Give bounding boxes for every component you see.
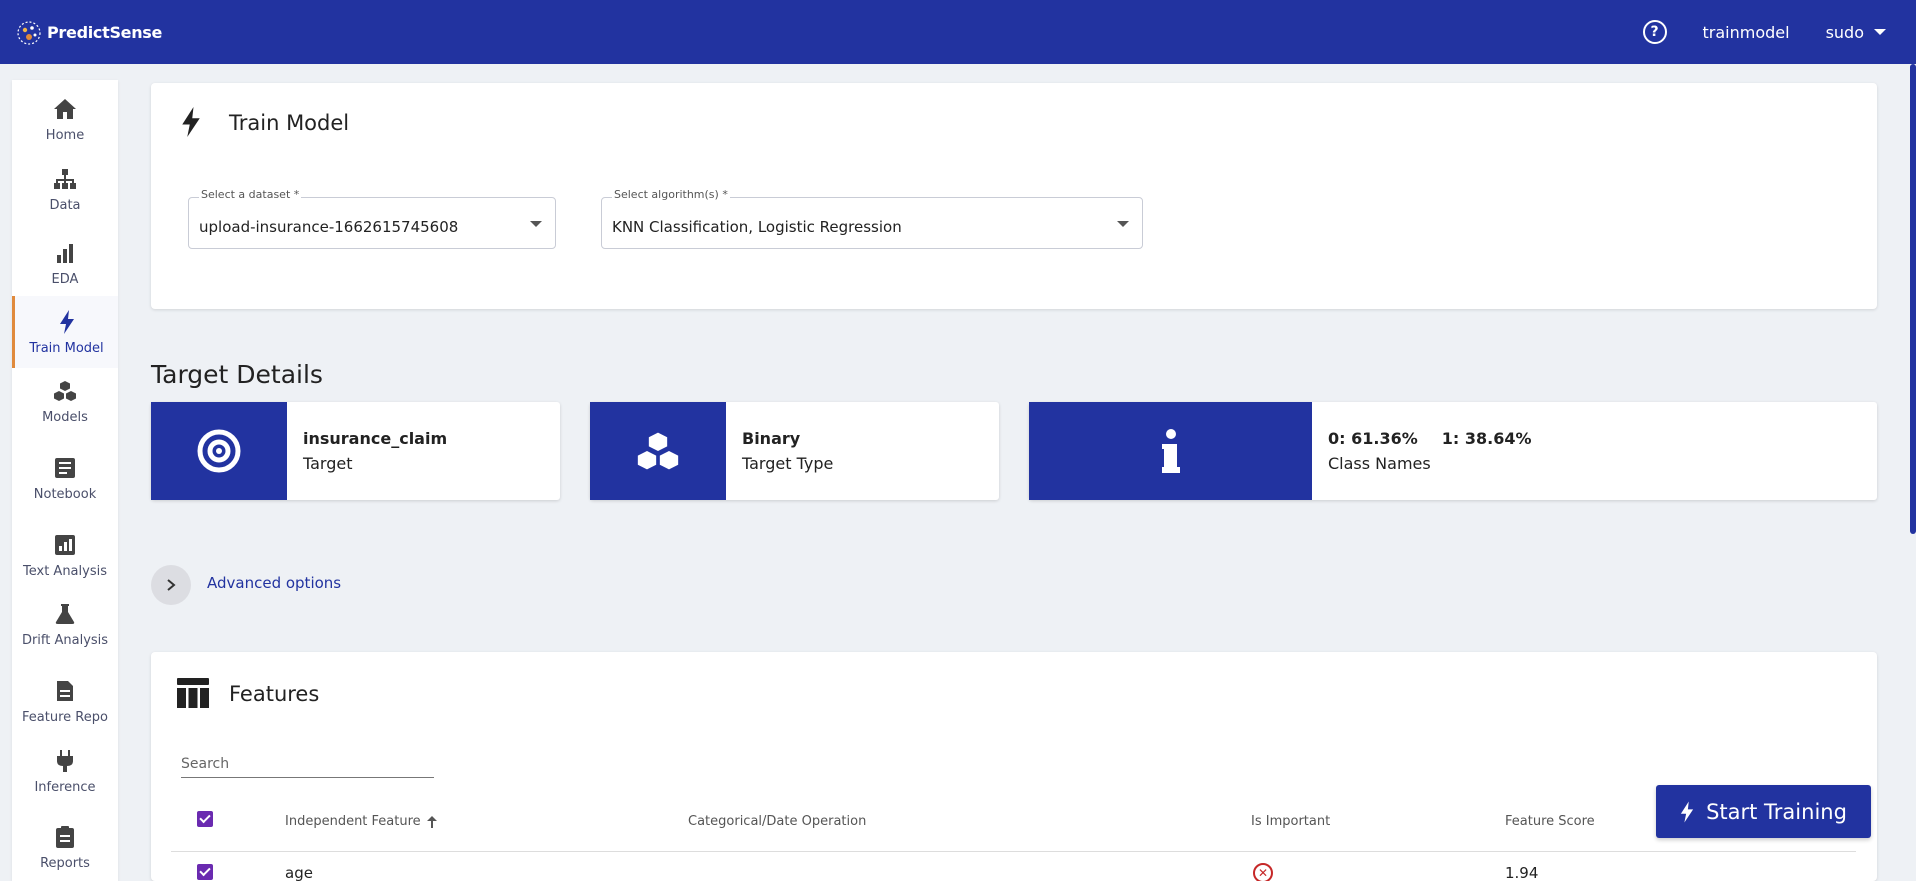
target-card: insurance_claim Target xyxy=(151,402,560,500)
bolt-icon xyxy=(1680,801,1694,822)
table-icon xyxy=(177,678,209,708)
sidebar-item-label: Models xyxy=(42,409,88,425)
column-header-label: Independent Feature xyxy=(285,814,421,829)
class-names-card: 0: 61.36% 1: 38.64% Class Names xyxy=(1029,402,1877,500)
target-details-heading: Target Details xyxy=(151,360,323,389)
class-names-label: Class Names xyxy=(1328,454,1431,473)
chevron-down-icon xyxy=(1117,221,1129,227)
algorithm-select[interactable]: Select algorithm(s) * KNN Classification… xyxy=(601,188,1143,249)
target-type-label: Target Type xyxy=(742,454,834,473)
user-menu[interactable]: sudo xyxy=(1826,23,1886,42)
train-model-panel: Train Model Select a dataset * upload-in… xyxy=(151,83,1877,309)
sidebar-item-reports[interactable]: Reports xyxy=(12,811,118,881)
row-checkbox[interactable] xyxy=(197,864,213,880)
page-link-trainmodel[interactable]: trainmodel xyxy=(1703,23,1790,42)
plug-icon xyxy=(52,748,78,774)
start-training-button[interactable]: Start Training xyxy=(1656,785,1871,838)
sidebar-item-feature-repo[interactable]: Feature Repo xyxy=(12,665,118,737)
arrow-up-icon xyxy=(426,815,437,828)
top-app-bar: PredictSense ? trainmodel sudo xyxy=(0,0,1916,64)
document-icon xyxy=(52,678,78,704)
class-0-ratio: 0: 61.36% xyxy=(1328,429,1418,448)
table-divider xyxy=(171,851,1856,852)
help-circle-icon[interactable]: ? xyxy=(1642,20,1667,44)
sidebar-item-label: Text Analysis xyxy=(23,563,107,579)
sidebar-item-models[interactable]: Models xyxy=(12,365,118,437)
dataset-select-value: upload-insurance-1662615745608 xyxy=(199,218,459,236)
sidebar-item-label: Notebook xyxy=(33,486,97,502)
advanced-options-toggle[interactable] xyxy=(151,565,191,605)
bolt-icon xyxy=(182,107,200,137)
bolt-icon xyxy=(54,309,80,335)
target-type-card: Binary Target Type xyxy=(590,402,999,500)
chevron-right-icon xyxy=(167,579,176,591)
algorithm-select-label: Select algorithm(s) * xyxy=(612,188,730,201)
chevron-down-icon xyxy=(530,221,542,227)
column-header-feature-score: Feature Score xyxy=(1505,814,1595,829)
features-search-input[interactable]: Search xyxy=(181,752,434,778)
features-panel: Features Search Independent Feature Cate… xyxy=(151,652,1877,881)
sidebar-item-data[interactable]: Data xyxy=(12,153,118,225)
page-title: Train Model xyxy=(229,111,350,135)
cubes-icon xyxy=(52,378,78,404)
chart-square-icon xyxy=(52,532,78,558)
column-header-operation: Categorical/Date Operation xyxy=(688,814,867,829)
sidebar-item-label: Drift Analysis xyxy=(21,632,109,648)
sidebar-item-label: Train Model xyxy=(29,340,104,356)
sidebar-item-inference[interactable]: Inference xyxy=(12,735,118,807)
target-icon xyxy=(151,402,287,500)
algorithm-select-value: KNN Classification, Logistic Regression xyxy=(612,218,902,236)
sidebar-item-label: Feature Repo xyxy=(22,709,108,725)
column-header-independent-feature[interactable]: Independent Feature xyxy=(285,814,437,829)
sidebar-nav: Home Data EDA Train Model Models Noteboo… xyxy=(12,80,118,881)
home-icon xyxy=(52,96,78,122)
sidebar-item-label: Home xyxy=(45,127,85,143)
sidebar-item-label: Reports xyxy=(40,855,90,871)
sidebar-item-home[interactable]: Home xyxy=(12,83,118,155)
logo-icon xyxy=(17,21,41,45)
user-name: sudo xyxy=(1825,22,1864,42)
column-header-is-important: Is Important xyxy=(1251,814,1331,829)
sidebar-item-label: Inference xyxy=(34,779,96,795)
flask-icon xyxy=(52,601,78,627)
sidebar-item-label: EDA xyxy=(51,271,79,287)
app-logo[interactable]: PredictSense xyxy=(15,18,162,46)
page-scrollbar[interactable] xyxy=(1910,64,1916,534)
target-value: insurance_claim xyxy=(303,429,448,448)
select-all-checkbox[interactable] xyxy=(197,811,213,827)
not-important-icon: ✕ xyxy=(1253,863,1273,881)
target-label: Target xyxy=(303,454,353,473)
info-icon xyxy=(1029,402,1312,500)
sidebar-item-notebook[interactable]: Notebook xyxy=(12,442,118,514)
dataset-select-label: Select a dataset * xyxy=(199,188,302,201)
app-name: PredictSense xyxy=(47,22,163,42)
bar-chart-icon xyxy=(52,240,78,266)
clipboard-icon xyxy=(52,824,78,850)
sidebar-item-train-model[interactable]: Train Model xyxy=(12,296,118,368)
sitemap-icon xyxy=(52,166,78,192)
target-type-value: Binary xyxy=(742,429,801,448)
class-1-ratio: 1: 38.64% xyxy=(1441,429,1532,448)
advanced-options-link[interactable]: Advanced options xyxy=(207,574,341,592)
cubes-icon xyxy=(590,402,726,500)
features-heading: Features xyxy=(229,682,320,706)
start-training-label: Start Training xyxy=(1706,799,1847,824)
sidebar-item-drift-analysis[interactable]: Drift Analysis xyxy=(12,588,118,660)
sidebar-item-eda[interactable]: EDA xyxy=(12,227,118,299)
sidebar-item-label: Data xyxy=(49,197,81,213)
dataset-select[interactable]: Select a dataset * upload-insurance-1662… xyxy=(188,188,556,249)
feature-score: 1.94 xyxy=(1505,864,1539,881)
book-icon xyxy=(52,455,78,481)
sidebar-item-text-analysis[interactable]: Text Analysis xyxy=(12,519,118,591)
feature-name: age xyxy=(285,864,313,881)
chevron-down-icon xyxy=(1874,29,1886,35)
